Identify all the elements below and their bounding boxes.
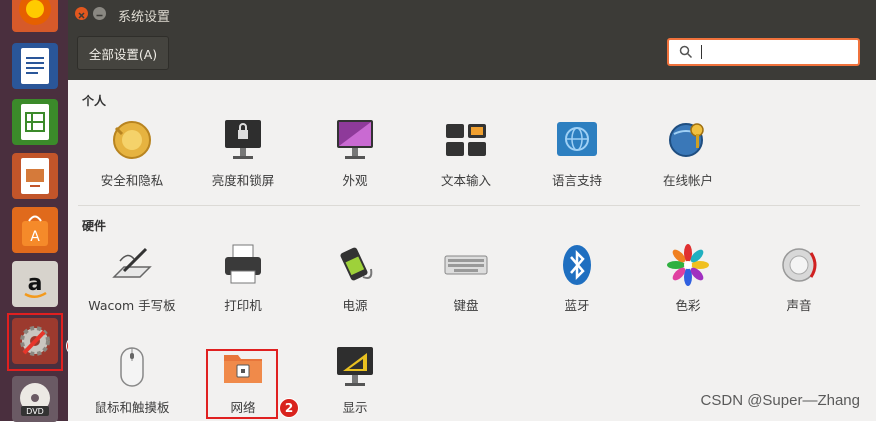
launcher-dvd[interactable]: DVD xyxy=(12,376,58,422)
item-label: 语言支持 xyxy=(551,173,602,188)
amazon-icon: a xyxy=(24,271,47,298)
item-color[interactable]: 色彩 xyxy=(638,241,738,316)
bluetooth-icon xyxy=(553,241,601,289)
launcher-amazon[interactable]: a xyxy=(12,261,58,307)
item-label: 显示 xyxy=(342,400,368,415)
item-label: 打印机 xyxy=(224,298,262,313)
item-bluetooth[interactable]: 蓝牙 xyxy=(527,241,627,316)
svg-text:a: a xyxy=(28,271,43,296)
brightness-lock-icon xyxy=(219,116,267,164)
launcher: A a DVD xyxy=(0,0,69,422)
section-title-personal: 个人 xyxy=(82,94,107,108)
launcher-impress[interactable] xyxy=(12,153,58,199)
minimize-icon xyxy=(96,14,103,17)
item-label: 亮度和锁屏 xyxy=(211,173,275,188)
item-brightness-lock[interactable]: 亮度和锁屏 xyxy=(193,116,293,191)
item-label: 蓝牙 xyxy=(564,298,590,313)
launcher-firefox[interactable] xyxy=(12,0,58,32)
svg-text:A: A xyxy=(30,229,40,245)
item-appearance[interactable]: 外观 xyxy=(305,116,405,191)
dvd-icon: DVD xyxy=(20,383,50,416)
item-text-entry[interactable]: 文本输入 xyxy=(416,116,516,191)
close-icon xyxy=(78,12,85,19)
security-privacy-icon xyxy=(108,116,156,164)
item-power[interactable]: 电源 xyxy=(305,241,405,316)
svg-text:DVD: DVD xyxy=(26,407,44,416)
step-marker-2: 2 xyxy=(279,398,299,418)
color-icon xyxy=(664,241,712,289)
item-label: 文本输入 xyxy=(440,173,491,188)
minimize-button[interactable] xyxy=(93,7,106,20)
launcher-writer[interactable] xyxy=(12,43,58,89)
item-wacom-tablet[interactable]: Wacom 手写板 xyxy=(82,241,182,316)
appearance-icon xyxy=(331,116,379,164)
item-printer[interactable]: 打印机 xyxy=(193,241,293,316)
writer-icon xyxy=(21,48,49,84)
item-label: 键盘 xyxy=(453,298,479,313)
calc-icon xyxy=(21,104,49,140)
item-language-support[interactable]: 语言支持 xyxy=(527,116,627,191)
item-label: 在线帐户 xyxy=(662,173,713,188)
impress-icon xyxy=(21,158,49,194)
item-label: 电源 xyxy=(342,298,368,313)
item-display[interactable]: 显示 xyxy=(305,343,405,418)
section-title-hardware: 硬件 xyxy=(82,219,107,233)
printer-icon xyxy=(219,241,267,289)
firefox-icon xyxy=(19,0,51,25)
item-mouse-touchpad[interactable]: 鼠标和触摸板 xyxy=(82,343,182,418)
mouse-touchpad-icon xyxy=(108,343,156,391)
wacom-tablet-icon xyxy=(108,241,156,289)
item-keyboard[interactable]: 键盘 xyxy=(416,241,516,316)
watermark: CSDN @Super—Zhang xyxy=(700,392,860,409)
launcher-calc[interactable] xyxy=(12,99,58,145)
language-support-icon xyxy=(553,116,601,164)
item-label: 色彩 xyxy=(675,298,701,313)
title-bar xyxy=(68,0,876,28)
section-divider xyxy=(78,205,860,206)
item-online-accounts[interactable]: 在线帐户 xyxy=(638,116,738,191)
close-button[interactable] xyxy=(75,7,88,20)
launcher-highlight-frame xyxy=(7,313,63,371)
display-icon xyxy=(331,343,379,391)
text-entry-icon xyxy=(442,116,490,164)
shopping-bag-icon: A xyxy=(22,215,48,246)
launcher-software-center[interactable]: A xyxy=(12,207,58,253)
item-label: 外观 xyxy=(342,173,368,188)
all-settings-button[interactable]: 全部设置(A) xyxy=(77,36,169,70)
online-accounts-icon xyxy=(664,116,712,164)
item-security-privacy[interactable]: 安全和隐私 xyxy=(82,116,182,191)
item-label: Wacom 手写板 xyxy=(88,298,176,313)
item-label: 安全和隐私 xyxy=(100,173,164,188)
item-label: 鼠标和触摸板 xyxy=(94,400,170,415)
search-icon xyxy=(679,45,693,59)
power-icon xyxy=(331,241,379,289)
item-label: 声音 xyxy=(786,298,812,313)
search-input[interactable] xyxy=(667,38,860,66)
network-highlight-frame xyxy=(206,349,278,419)
text-caret xyxy=(701,45,702,59)
keyboard-icon xyxy=(442,241,490,289)
item-sound[interactable]: 声音 xyxy=(749,241,849,316)
sound-icon xyxy=(775,241,823,289)
window-title: 系统设置 xyxy=(118,10,171,25)
